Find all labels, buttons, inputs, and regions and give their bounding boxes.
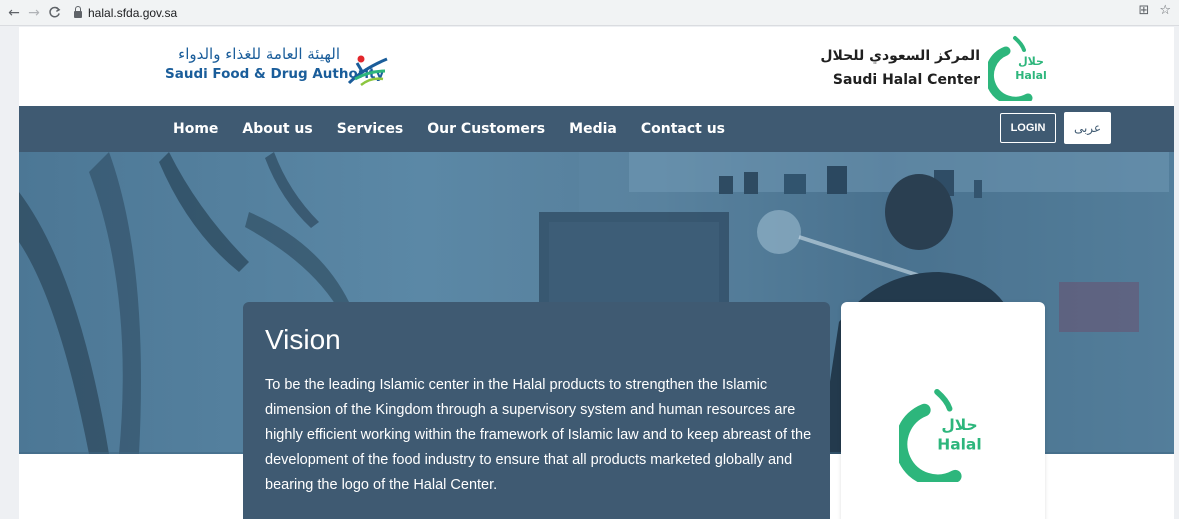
vision-title: Vision [265,324,341,355]
center-name-english: Saudi Halal Center [832,72,980,88]
logo-en-text: Halal [937,435,981,453]
web-page: الهيئة العامة للغذاء والدواء Saudi Food … [19,27,1174,519]
saudi-halal-center-logo[interactable]: المركز السعودي للحلال Saudi Halal Center… [792,35,1052,101]
reload-icon[interactable] [44,3,64,23]
sfda-logo[interactable]: الهيئة العامة للغذاء والدواء Saudi Food … [165,45,395,91]
sfda-emblem-icon [347,55,388,86]
forward-arrow-icon[interactable]: → [24,3,44,23]
bookmark-star-icon[interactable]: ☆ [1159,3,1171,18]
address-bar[interactable]: halal.sfda.gov.sa [74,3,177,23]
window-right-edge [1174,27,1179,519]
vision-card: Vision To be the leading Islamic center … [243,302,830,519]
emblem-ar-text: حلال [1018,55,1044,68]
nav-item-about-us[interactable]: About us [242,121,312,137]
site-header: الهيئة العامة للغذاء والدواء Saudi Food … [19,27,1174,106]
back-arrow-icon[interactable]: ← [4,3,24,23]
url-text: halal.sfda.gov.sa [88,5,178,20]
main-navbar: Home About us Services Our Customers Med… [19,106,1174,152]
nav-item-services[interactable]: Services [337,121,404,137]
nav-item-media[interactable]: Media [569,121,617,137]
language-toggle-button[interactable]: عربى [1064,112,1111,144]
nav-item-contact-us[interactable]: Contact us [641,121,725,137]
emblem-en-text: Halal [1015,69,1047,82]
halal-logo-card: حلال Halal [841,302,1045,519]
logo-ar-text: حلال [941,416,977,434]
sfda-name-arabic: الهيئة العامة للغذاء والدواء [178,45,340,63]
lock-icon [74,5,82,18]
browser-toolbar: ← → halal.sfda.gov.sa ⊞ ☆ [0,0,1179,26]
halal-emblem-icon: حلال Halal [988,36,1047,101]
nav-item-home[interactable]: Home [173,121,218,137]
login-button[interactable]: LOGIN [1000,113,1056,143]
vision-text: To be the leading Islamic center in the … [265,377,812,493]
nav-links: Home About us Services Our Customers Med… [173,106,749,152]
translate-icon[interactable]: ⊞ [1138,3,1149,18]
nav-item-our-customers[interactable]: Our Customers [427,121,545,137]
center-name-arabic: المركز السعودي للحلال [820,48,980,64]
halal-logo-icon: حلال Halal [899,389,982,482]
